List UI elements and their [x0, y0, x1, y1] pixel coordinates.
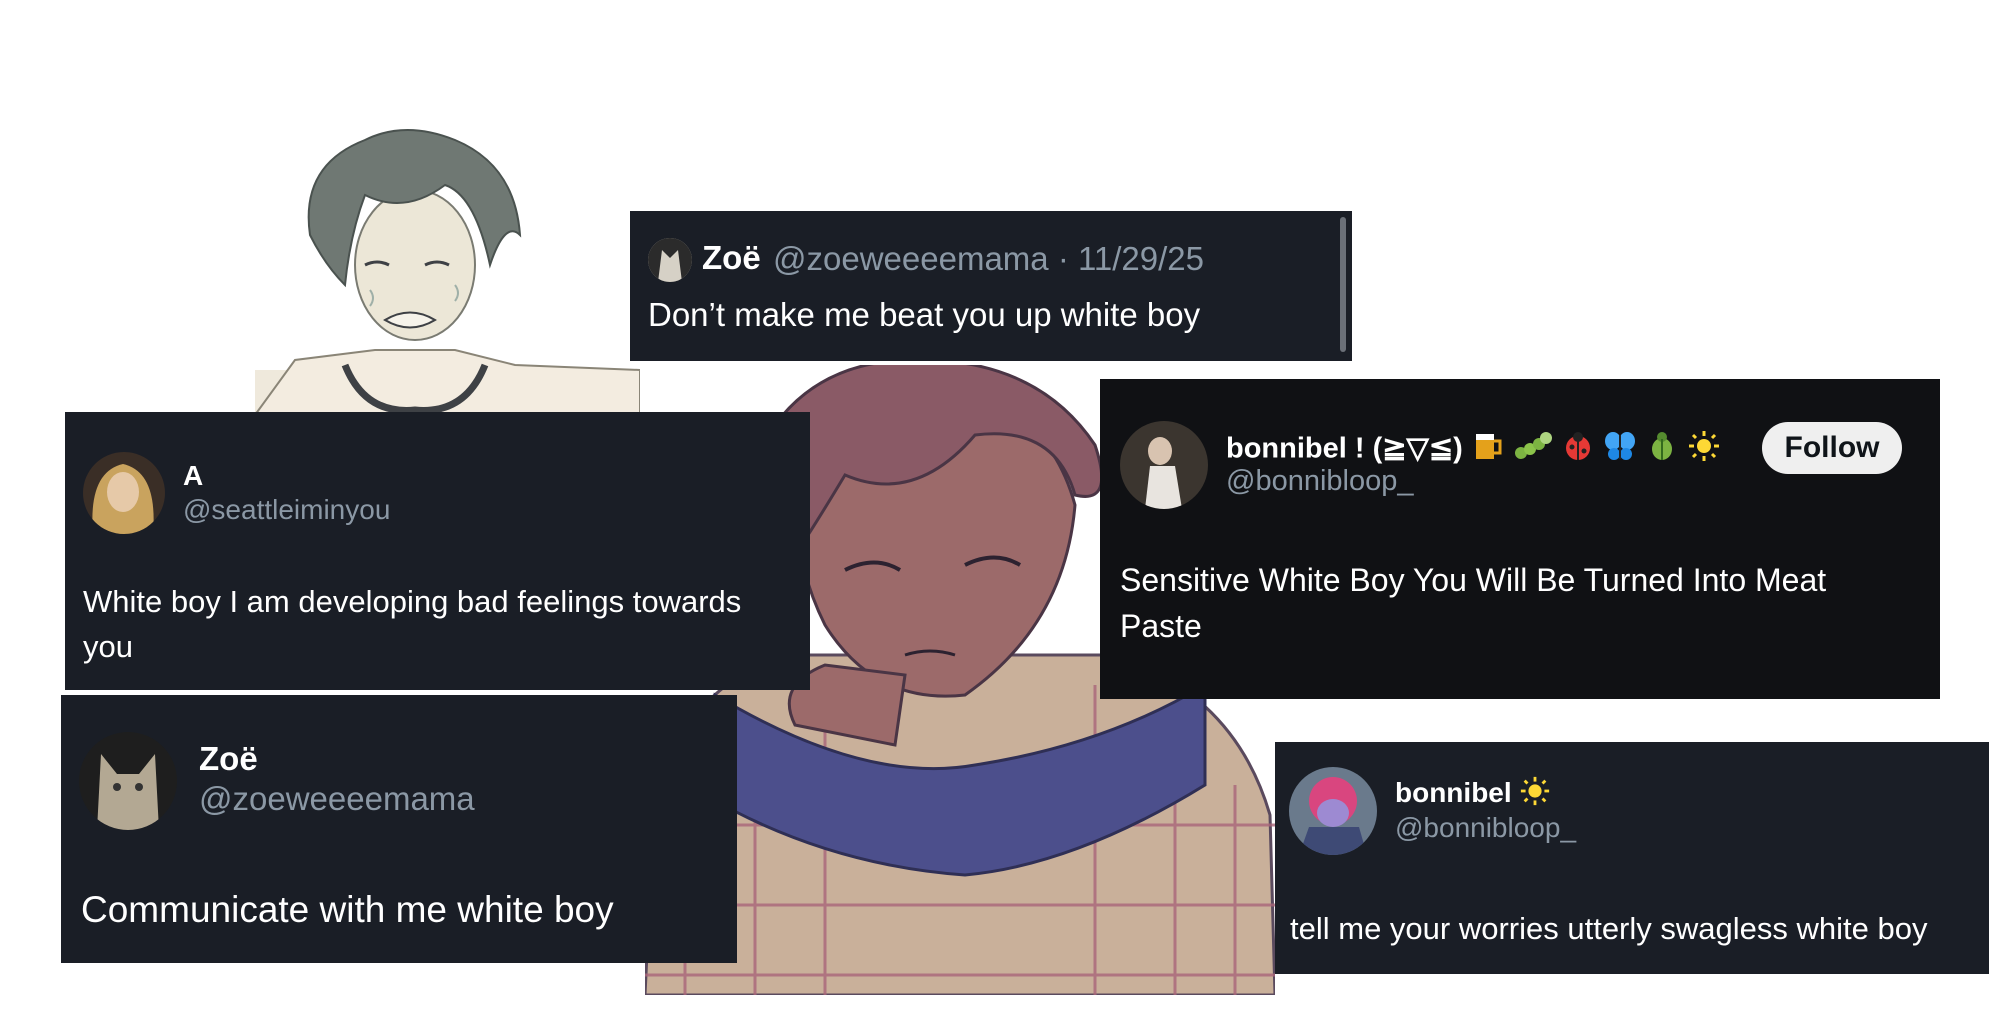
tweet-text: Communicate with me white boy [81, 889, 614, 930]
author-name[interactable]: A [183, 460, 203, 492]
tweet-card-bonnibel-follow[interactable]: bonnibel ! (≧▽≦) @bonnibloop_ Follow Sen… [1100, 379, 1940, 699]
author-name[interactable]: Zoë [199, 740, 258, 778]
author-handle[interactable]: @seattleiminyou [183, 494, 390, 526]
author-handle[interactable]: @bonnibloop_ [1226, 465, 1413, 498]
tweet-card-a[interactable]: A @seattleiminyou White boy I am develop… [65, 412, 810, 690]
author-name[interactable]: bonnibel [1395, 775, 1551, 814]
scrollbar[interactable] [1340, 217, 1346, 352]
tweet-text: White boy I am developing bad feelings t… [83, 584, 742, 664]
caterpillar-icon [1513, 429, 1553, 471]
author-name-text[interactable]: bonnibel [1395, 777, 1512, 808]
avatar[interactable] [83, 452, 165, 534]
sun-icon [1519, 775, 1551, 814]
beetle-icon [1645, 429, 1679, 471]
tweet-card-zoe-dated[interactable]: Zoë @zoeweeeemama · 11/29/25 Don’t make … [630, 211, 1352, 361]
ladybug-icon [1561, 429, 1595, 471]
avatar[interactable] [648, 238, 692, 282]
author-handle[interactable]: @zoeweeeemama [199, 780, 475, 818]
author-name-text[interactable]: bonnibel ! (≧▽≦) [1226, 433, 1463, 465]
tweet-text: tell me your worries utterly swagless wh… [1290, 911, 1928, 946]
tweet-text: Sensitive White Boy You Will Be Turned I… [1120, 562, 1827, 645]
tweet-card-bonnibel[interactable]: bonnibel @bonnibloop_ tell me your worri… [1275, 742, 1989, 974]
avatar[interactable] [1120, 421, 1208, 509]
author-handle[interactable]: @zoeweeeemama · 11/29/25 [773, 240, 1204, 278]
tweet-text: Don’t make me beat you up white boy [648, 296, 1201, 333]
author-name[interactable]: Zoë [702, 239, 761, 277]
tweet-card-zoe[interactable]: Zoë @zoeweeeemama Communicate with me wh… [61, 695, 737, 963]
handle-text[interactable]: @zoeweeeemama [773, 240, 1049, 277]
avatar[interactable] [1289, 767, 1377, 855]
sun-icon [1687, 429, 1721, 471]
author-handle[interactable]: @bonnibloop_ [1395, 812, 1576, 844]
avatar[interactable] [79, 732, 177, 830]
beer-mug-icon [1471, 429, 1505, 471]
follow-button[interactable]: Follow [1762, 422, 1902, 474]
butterfly-icon [1603, 429, 1637, 471]
sketch-boy-illustration [253, 125, 641, 416]
post-date[interactable]: · 11/29/25 [1058, 240, 1204, 277]
